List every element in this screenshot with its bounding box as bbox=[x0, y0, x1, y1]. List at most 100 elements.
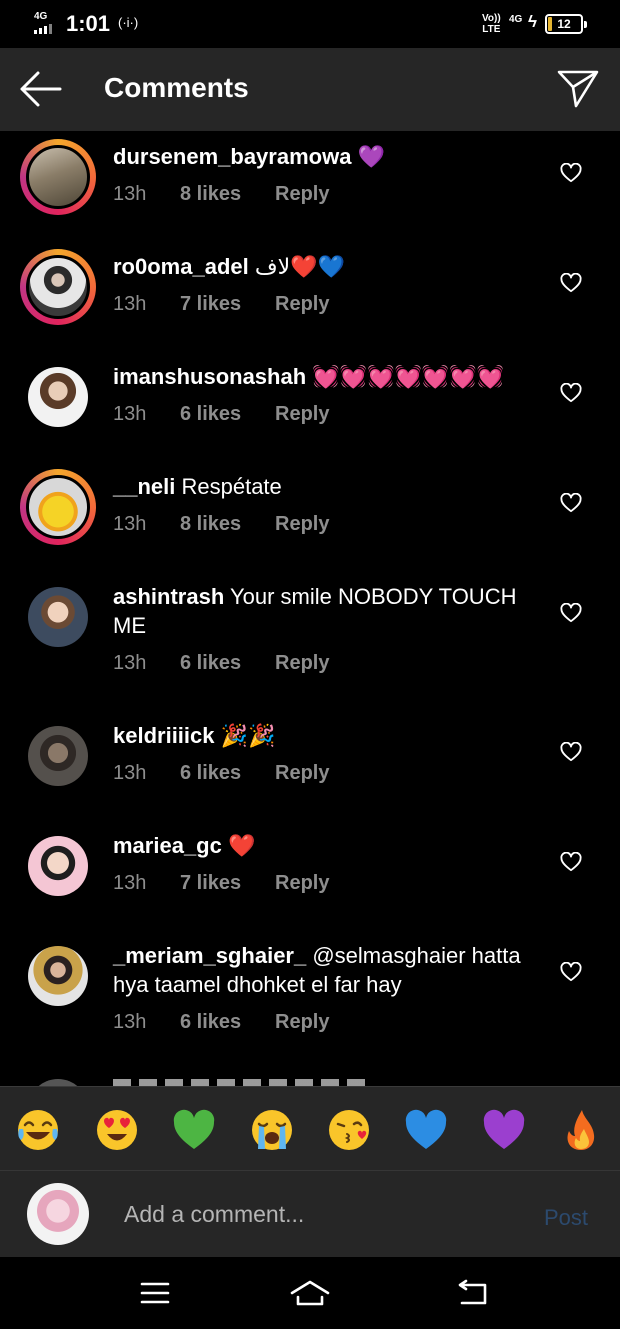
face-with-tears-of-joy-icon[interactable] bbox=[15, 1107, 61, 1153]
status-bar: 4G 1:01 (·i·) Vo)) LTE 4G ϟ 12 bbox=[0, 0, 620, 48]
timestamp: 13h bbox=[113, 1011, 147, 1033]
likes-count[interactable]: 6 likes bbox=[180, 652, 275, 675]
blue-heart-icon[interactable] bbox=[403, 1107, 449, 1153]
loudly-crying-face-icon[interactable] bbox=[249, 1107, 295, 1153]
timestamp: 13h bbox=[113, 872, 147, 894]
story-ring[interactable] bbox=[20, 469, 96, 545]
comment-item-partial bbox=[0, 1079, 620, 1086]
comment-body: ❤️ bbox=[221, 833, 256, 858]
avatar bbox=[26, 255, 90, 319]
comment-text: keldriiiick 🎉🎉 bbox=[113, 721, 543, 750]
page-title: Comments bbox=[104, 72, 249, 103]
purple-heart-icon[interactable] bbox=[481, 1107, 527, 1153]
back-arrow-icon[interactable] bbox=[18, 70, 62, 108]
battery-icon: 12 bbox=[545, 14, 587, 34]
timestamp: 13h bbox=[113, 293, 147, 315]
reply-button[interactable]: Reply bbox=[275, 293, 329, 316]
timestamp: 13h bbox=[113, 652, 147, 674]
volte-icon: Vo)) LTE bbox=[482, 13, 501, 35]
comment-text: mariea_gc ❤️ bbox=[113, 831, 543, 860]
heart-icon[interactable] bbox=[560, 852, 582, 872]
post-button[interactable]: Post bbox=[544, 1205, 588, 1231]
reply-button[interactable]: Reply bbox=[275, 403, 329, 426]
comment-text: __neli Respétate bbox=[113, 472, 543, 501]
username[interactable]: keldriiiick bbox=[113, 723, 215, 748]
network-type: 4G bbox=[34, 11, 48, 22]
comment-body: لاف❤️💙 bbox=[248, 254, 346, 279]
story-ring[interactable] bbox=[20, 249, 96, 325]
volte-label: Vo)) bbox=[482, 13, 501, 24]
comment-meta: 13h 6 likes Reply bbox=[113, 403, 329, 426]
clock: 1:01 bbox=[66, 11, 111, 36]
likes-count[interactable]: 6 likes bbox=[180, 762, 275, 785]
username[interactable]: ashintrash bbox=[113, 584, 224, 609]
comment-body: 🎉🎉 bbox=[214, 723, 276, 748]
timestamp: 13h bbox=[113, 513, 147, 535]
likes-count[interactable]: 7 likes bbox=[180, 293, 275, 316]
reply-button[interactable]: Reply bbox=[275, 762, 329, 785]
likes-count[interactable]: 6 likes bbox=[180, 403, 275, 426]
comment-meta: 13h 6 likes Reply bbox=[113, 1011, 329, 1034]
likes-count[interactable]: 7 likes bbox=[180, 872, 275, 895]
comment-meta: 13h 8 likes Reply bbox=[113, 183, 329, 206]
reply-button[interactable]: Reply bbox=[275, 872, 329, 895]
face-blowing-kiss-icon[interactable] bbox=[326, 1107, 372, 1153]
fire-icon[interactable] bbox=[558, 1107, 604, 1153]
username[interactable]: ro0oma_adel bbox=[113, 254, 249, 279]
avatar-wrap[interactable] bbox=[20, 718, 96, 794]
avatar-wrap[interactable] bbox=[20, 828, 96, 904]
comment-meta: 13h 6 likes Reply bbox=[113, 652, 329, 675]
comment-text: imanshusonashah 💓💓💓💓💓💓💓 bbox=[113, 362, 543, 391]
comment-input[interactable]: Add a comment... bbox=[124, 1201, 304, 1228]
username[interactable]: mariea_gc bbox=[113, 833, 222, 858]
likes-count[interactable]: 6 likes bbox=[180, 1011, 275, 1034]
heart-icon[interactable] bbox=[560, 493, 582, 513]
comment-meta: 13h 8 likes Reply bbox=[113, 513, 329, 536]
heart-icon[interactable] bbox=[560, 742, 582, 762]
home-icon[interactable] bbox=[290, 1277, 330, 1309]
heart-icon[interactable] bbox=[560, 383, 582, 403]
avatar bbox=[28, 726, 88, 786]
likes-count[interactable]: 8 likes bbox=[180, 183, 275, 206]
username[interactable]: _meriam_sghaier_ bbox=[113, 943, 306, 968]
reply-button[interactable]: Reply bbox=[275, 183, 329, 206]
comment-body: 💜 bbox=[351, 144, 385, 169]
avatar bbox=[26, 145, 90, 209]
heart-icon[interactable] bbox=[560, 273, 582, 293]
comment-text-partial bbox=[113, 1079, 373, 1086]
comment-text: ashintrash Your smile NOBODY TOUCH ME bbox=[113, 582, 543, 640]
system-nav-bar bbox=[0, 1257, 620, 1329]
avatar-wrap[interactable] bbox=[20, 579, 96, 655]
likes-count[interactable]: 8 likes bbox=[180, 513, 275, 536]
heart-eyes-icon[interactable] bbox=[94, 1107, 140, 1153]
username[interactable]: __neli bbox=[113, 474, 175, 499]
heart-icon[interactable] bbox=[560, 163, 582, 183]
reply-button[interactable]: Reply bbox=[275, 513, 329, 536]
comment-body: 💓💓💓💓💓💓💓 bbox=[306, 364, 505, 389]
username[interactable]: dursenem_bayramowa bbox=[113, 144, 351, 169]
username[interactable]: imanshusonashah bbox=[113, 364, 306, 389]
send-icon[interactable] bbox=[556, 68, 600, 110]
comment-list[interactable]: dursenem_bayramowa 💜 13h 8 likes Reply r… bbox=[0, 131, 620, 1086]
signal-icon bbox=[34, 24, 52, 34]
battery-level: 12 bbox=[557, 17, 571, 31]
hotspot-icon: (·i·) bbox=[118, 15, 139, 30]
comment-composer: Add a comment... Post bbox=[0, 1170, 620, 1257]
charging-icon: ϟ bbox=[528, 12, 537, 31]
comment-text: ro0oma_adel لاف❤️💙 bbox=[113, 252, 543, 281]
reply-button[interactable]: Reply bbox=[275, 652, 329, 675]
heart-icon[interactable] bbox=[560, 962, 582, 982]
comment-meta: 13h 7 likes Reply bbox=[113, 872, 329, 895]
reply-button[interactable]: Reply bbox=[275, 1011, 329, 1034]
avatar bbox=[26, 475, 90, 539]
timestamp: 13h bbox=[113, 403, 147, 425]
avatar-wrap[interactable] bbox=[20, 938, 96, 1014]
emoji-quick-bar bbox=[0, 1086, 620, 1170]
menu-icon[interactable] bbox=[135, 1277, 175, 1309]
avatar-wrap[interactable] bbox=[20, 359, 96, 435]
back-icon[interactable] bbox=[452, 1277, 492, 1309]
top-app-bar: Comments bbox=[0, 48, 620, 131]
heart-icon[interactable] bbox=[560, 603, 582, 623]
green-heart-icon[interactable] bbox=[171, 1107, 217, 1153]
story-ring[interactable] bbox=[20, 139, 96, 215]
